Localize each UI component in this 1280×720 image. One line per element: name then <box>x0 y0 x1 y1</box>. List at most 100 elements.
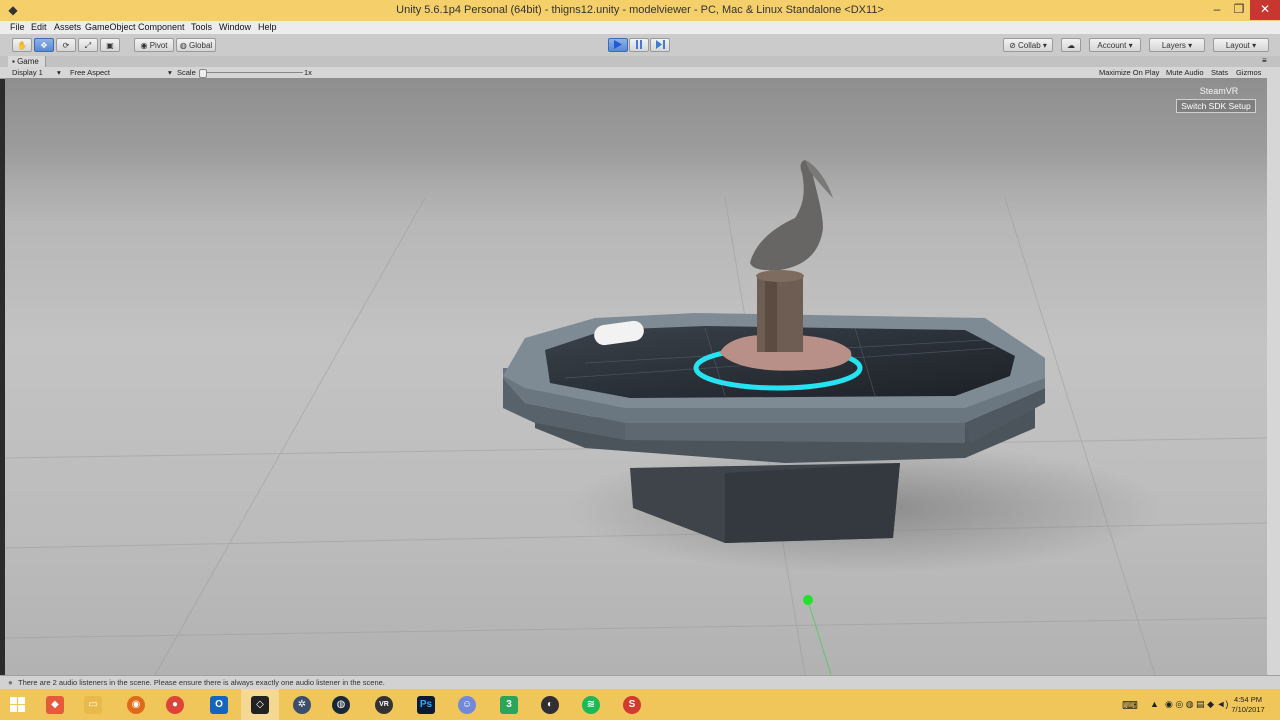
start-button[interactable] <box>0 689 38 720</box>
collab-button[interactable]: ⊘ Collab ▾ <box>1003 38 1053 52</box>
rotate-icon: ⟳ <box>62 41 70 50</box>
window-title: Unity 5.6.1p4 Personal (64bit) - thigns1… <box>396 4 884 16</box>
steam-icon: ◍ <box>332 696 350 714</box>
taskbar-app-explorer[interactable]: ▭ <box>74 689 112 720</box>
layout-dropdown[interactable]: Layout ▾ <box>1213 38 1269 52</box>
global-label: Global <box>189 41 213 50</box>
minimize-button[interactable]: – <box>1206 0 1228 20</box>
toolbar: ✋ ✥ ⟳ ⤢ ▣ ◉ Pivot ◍ Global ⊘ Collab ▾ ☁ … <box>0 34 1280 92</box>
menu-window[interactable]: Window <box>219 22 251 32</box>
maximize-on-play-toggle[interactable]: Maximize On Play <box>1099 68 1159 77</box>
windows-taskbar: ◆ ▭ ◉ ● O ◇ ✲ ◍ VR Ps ☺ 3 ◐ ≋ S ⌨ ▲ ◉ ◎ … <box>0 689 1280 720</box>
layout-label: Layout <box>1225 41 1250 50</box>
hand-tool-button[interactable]: ✋ <box>12 38 32 52</box>
scene-render <box>5 160 1267 675</box>
switch-sdk-setup-button[interactable]: Switch SDK Setup <box>1176 99 1256 113</box>
menu-help[interactable]: Help <box>258 22 277 32</box>
game-controller-icon: ▪ <box>12 57 15 66</box>
close-button[interactable]: ✕ <box>1250 0 1280 20</box>
game-tab-strip: ▪ Game ≡ <box>0 56 1280 67</box>
layers-dropdown[interactable]: Layers ▾ <box>1149 38 1205 52</box>
taskbar-app-vr[interactable]: VR <box>365 689 403 720</box>
menu-component[interactable]: Component <box>138 22 185 32</box>
taskbar-clock[interactable]: 4:54 PM 7/10/2017 <box>1226 695 1270 715</box>
oculus-icon: VR <box>375 696 393 714</box>
chevron-down-icon: ▾ <box>1128 41 1133 50</box>
taskbar-app-outlook[interactable]: O <box>200 689 238 720</box>
scale-value: 1x <box>304 68 312 77</box>
rect-tool-button[interactable]: ▣ <box>100 38 120 52</box>
folder-icon: ▭ <box>84 696 102 714</box>
cloud-button[interactable]: ☁ <box>1061 38 1081 52</box>
aspect-dropdown[interactable]: Free Aspect <box>70 68 110 77</box>
tray-icons[interactable]: ◉ ◎ ◍ ▤ ◆ ◄) <box>1165 699 1228 710</box>
taskbar-app-obs[interactable]: ◐ <box>531 689 569 720</box>
pivot-label: Pivot <box>149 41 168 50</box>
scale-label: Scale <box>177 68 196 77</box>
pivot-icon: ◉ <box>140 41 148 50</box>
taskbar-app-spotify[interactable]: ≋ <box>572 689 610 720</box>
tab-game[interactable]: ▪ Game <box>8 56 46 67</box>
controller-marker <box>803 595 813 605</box>
chevron-down-icon: ▾ <box>57 68 61 77</box>
taskbar-app-steamvr[interactable]: ✲ <box>283 689 321 720</box>
chevron-down-icon: ▾ <box>168 68 172 77</box>
clock-time: 4:54 PM <box>1234 695 1262 704</box>
cloud-icon: ☁ <box>1067 41 1075 50</box>
discord-icon: ☺ <box>458 696 476 714</box>
gizmos-dropdown[interactable]: Gizmos <box>1236 68 1261 77</box>
menu-file[interactable]: File <box>10 22 25 32</box>
taskbar-app-photoshop[interactable]: Ps <box>407 689 445 720</box>
globe-icon: ◍ <box>179 41 187 50</box>
stats-toggle[interactable]: Stats <box>1211 68 1228 77</box>
menu-tools[interactable]: Tools <box>191 22 212 32</box>
steamvr-icon: ✲ <box>293 696 311 714</box>
taskbar-app-chrome[interactable]: ● <box>156 689 194 720</box>
pivot-toggle-button[interactable]: ◉ Pivot <box>134 38 174 52</box>
obs-icon: ◐ <box>541 696 559 714</box>
menu-assets[interactable]: Assets <box>54 22 81 32</box>
global-toggle-button[interactable]: ◍ Global <box>176 38 216 52</box>
menu-bar: File Edit Assets GameObject Component To… <box>0 21 1280 34</box>
move-arrows-icon: ✥ <box>40 41 48 50</box>
steamvr-overlay: SteamVR Switch SDK Setup <box>1176 86 1270 113</box>
console-status-bar[interactable]: ● There are 2 audio listeners in the sce… <box>0 675 1280 689</box>
menu-edit[interactable]: Edit <box>31 22 47 32</box>
display-dropdown[interactable]: Display 1 <box>12 68 43 77</box>
maximize-button[interactable]: ❐ <box>1228 0 1250 20</box>
taskbar-app-paint[interactable]: ◆ <box>36 689 74 720</box>
pause-button[interactable] <box>629 38 649 52</box>
keyboard-icon[interactable]: ⌨ <box>1122 699 1138 712</box>
tray-expand-icon[interactable]: ▲ <box>1150 699 1159 709</box>
scale-slider-thumb[interactable] <box>199 69 207 78</box>
pelican-statue <box>750 160 823 271</box>
account-label: Account <box>1097 41 1127 50</box>
move-tool-button[interactable]: ✥ <box>34 38 54 52</box>
pause-icon <box>636 40 642 49</box>
play-button[interactable] <box>608 38 628 52</box>
steamvr-label: SteamVR <box>1199 86 1239 96</box>
notepad-icon: 3 <box>500 696 518 714</box>
taskbar-app-discord[interactable]: ☺ <box>448 689 486 720</box>
scale-tool-button[interactable]: ⤢ <box>78 38 98 52</box>
right-scrollbar[interactable] <box>1267 78 1280 675</box>
taskbar-app-firefox[interactable]: ◉ <box>117 689 155 720</box>
scale-slider[interactable] <box>199 72 303 73</box>
taskbar-app-notepad[interactable]: 3 <box>490 689 528 720</box>
rotate-tool-button[interactable]: ⟳ <box>56 38 76 52</box>
menu-gameobject[interactable]: GameObject <box>85 22 136 32</box>
tab-game-label: Game <box>17 57 39 66</box>
taskbar-app-substance[interactable]: S <box>613 689 651 720</box>
wooden-post <box>757 276 803 352</box>
tab-menu-icon[interactable]: ≡ <box>1262 56 1267 65</box>
collab-icon: ⊘ <box>1009 41 1016 50</box>
account-dropdown[interactable]: Account ▾ <box>1089 38 1141 52</box>
taskbar-app-unity[interactable]: ◇ <box>241 689 279 720</box>
firefox-icon: ◉ <box>127 696 145 714</box>
spotify-icon: ≋ <box>582 696 600 714</box>
game-viewport[interactable] <box>5 78 1267 675</box>
mute-audio-toggle[interactable]: Mute Audio <box>1166 68 1204 77</box>
unity-icon: ◇ <box>251 696 269 714</box>
taskbar-app-steam[interactable]: ◍ <box>322 689 360 720</box>
step-button[interactable] <box>650 38 670 52</box>
